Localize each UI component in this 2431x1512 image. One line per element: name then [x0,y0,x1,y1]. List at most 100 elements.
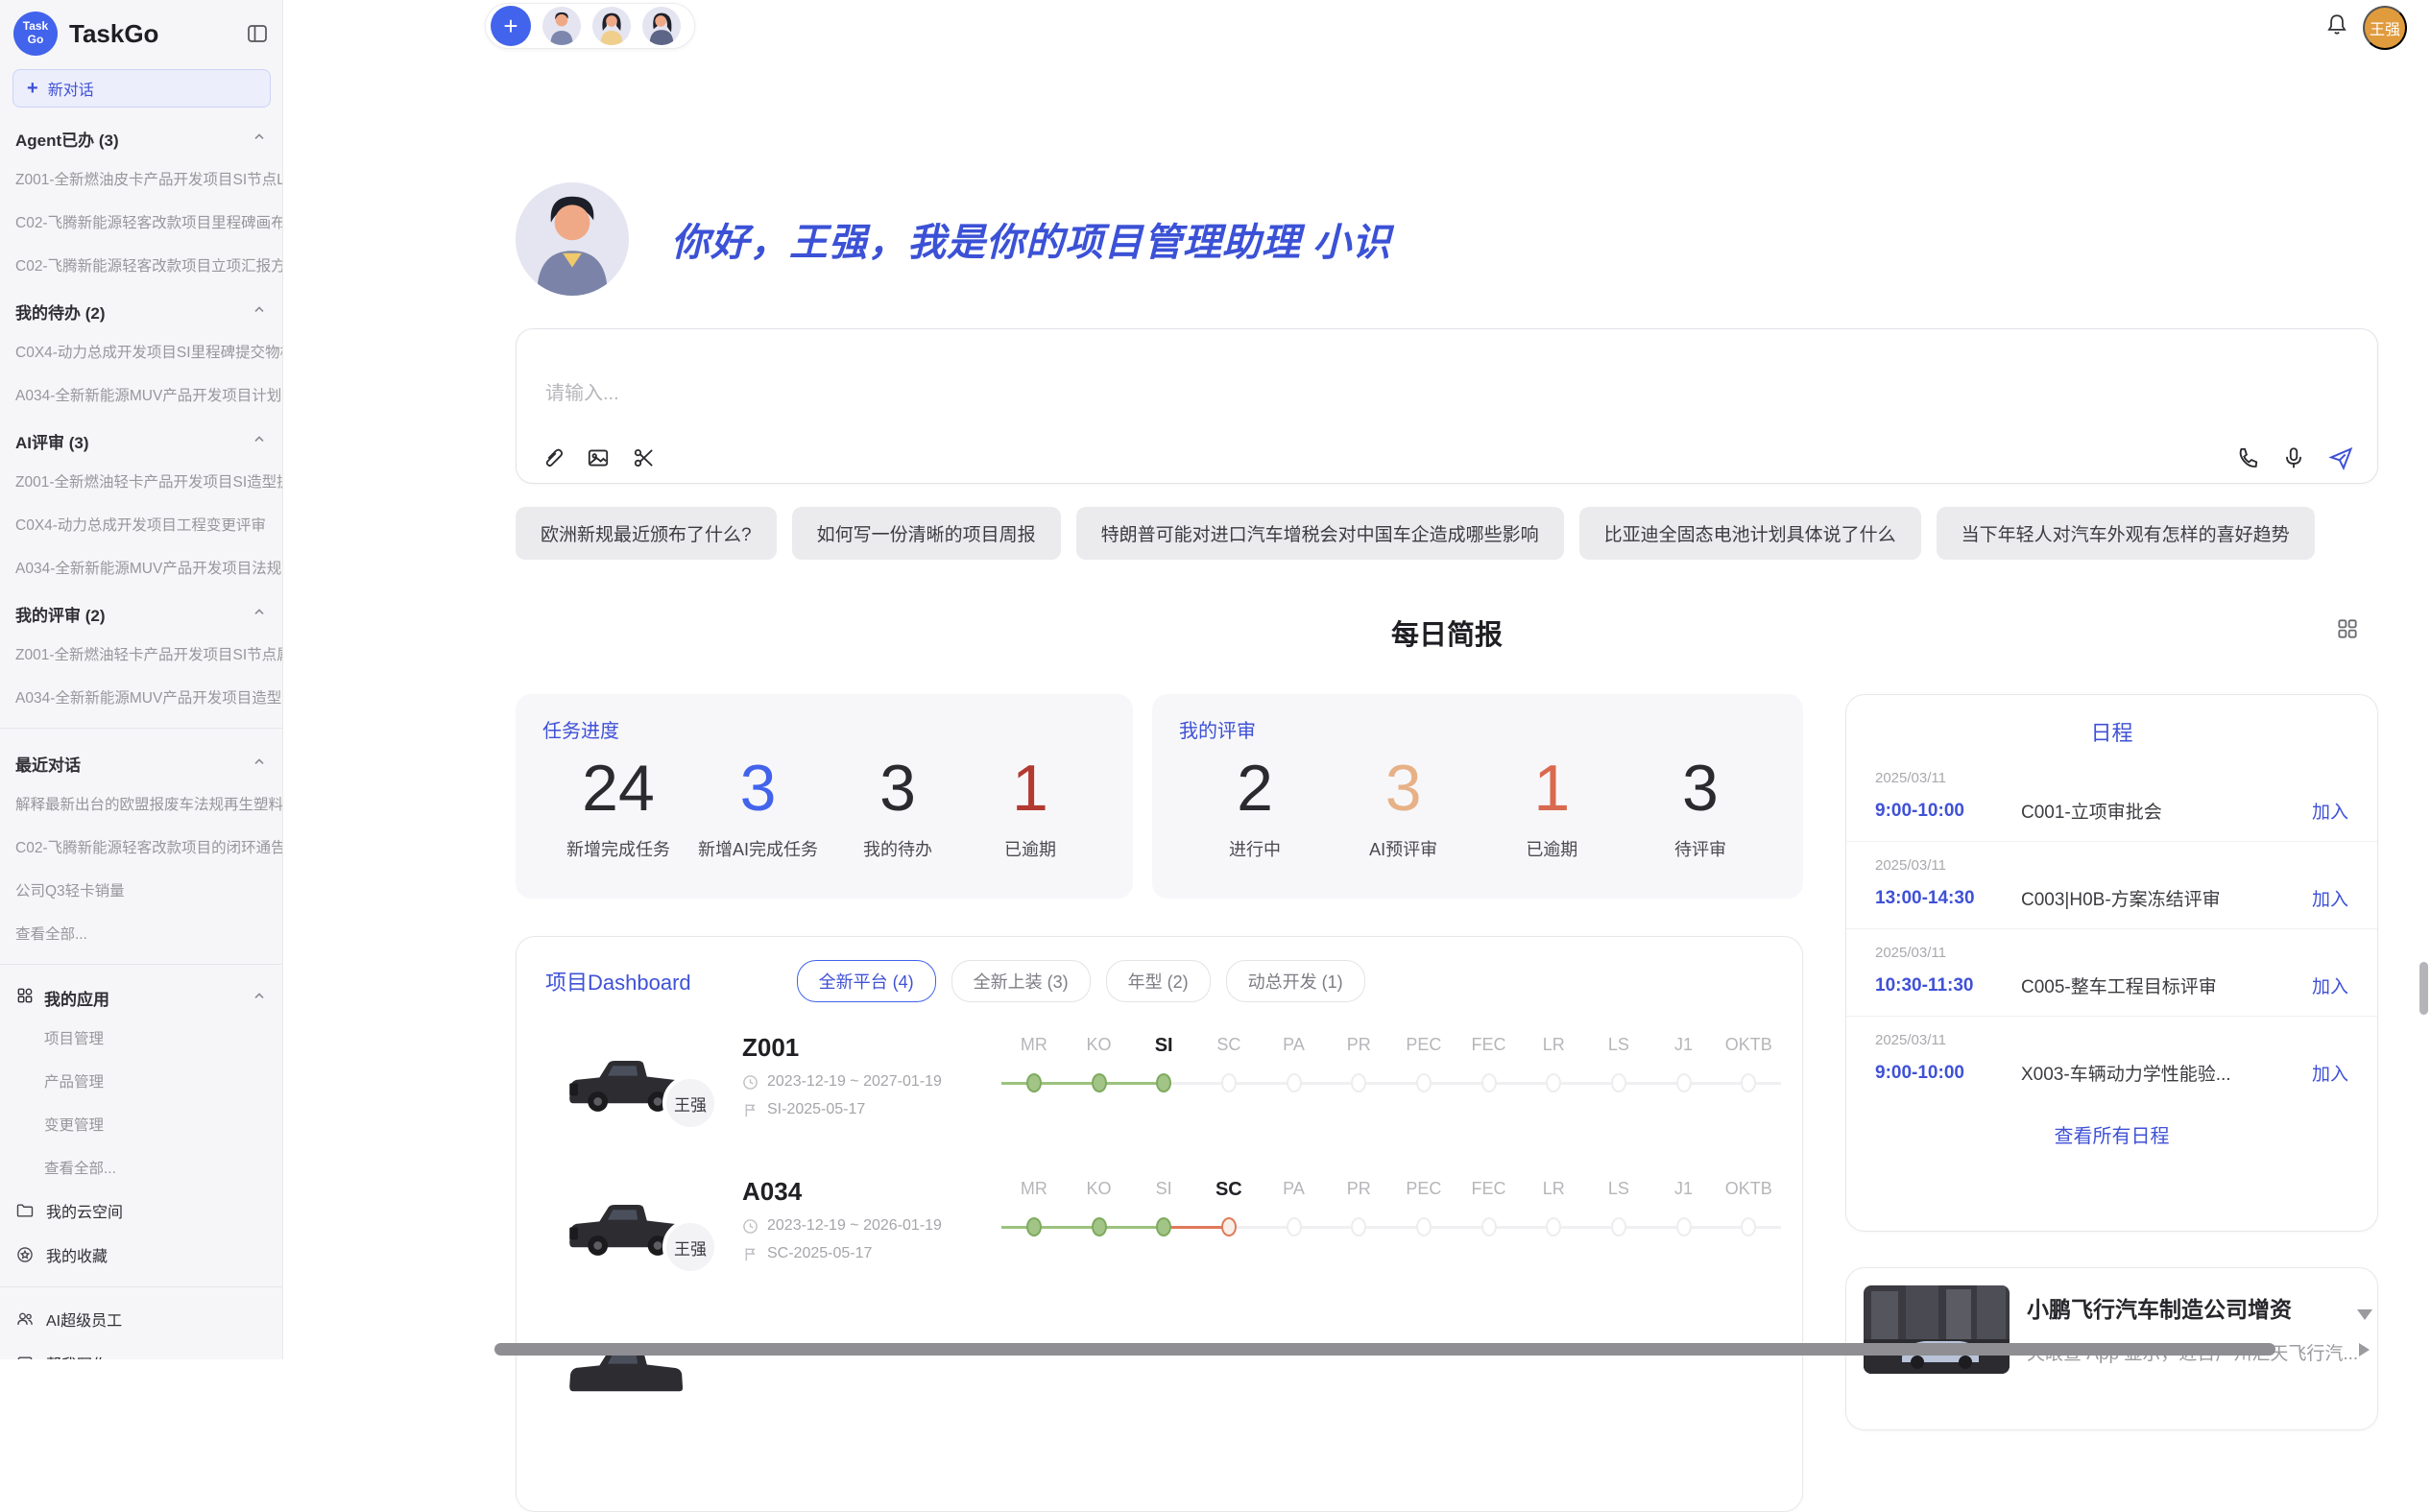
milestone-dot [1092,1217,1107,1236]
greeting-text: 你好，王强，我是你的项目管理助理 小识 [671,211,1391,267]
join-meeting-button[interactable]: 加入 [2312,798,2348,824]
bell-icon[interactable] [2324,12,2349,40]
stat-label: 已逾期 [1526,836,1577,861]
sidebar-item[interactable]: A034-全新新能源MUV产品开发项目法规符合性评审 [0,545,282,588]
stat-row: 24 新增完成任务 3 新增AI完成任务 3 我的待办 1 已逾期 [516,743,1133,861]
tab-new-body[interactable]: 全新上装 (3) [951,960,1091,1002]
logo-text-bottom: Go [28,34,44,47]
new-chat-button[interactable]: + 新对话 [12,69,271,108]
milestone-dot [1156,1073,1171,1092]
recent-chat-item[interactable]: C02-飞腾新能源轻客改款项目的闭环通告反馈情况 [0,825,282,868]
suggestion-chip[interactable]: 欧洲新规最近颁布了什么? [516,507,777,560]
chat-input[interactable] [517,329,2377,421]
sidebar-item[interactable]: C02-飞腾新能源轻客改款项目里程碑画布 [0,200,282,243]
sidebar-item-cloud-space[interactable]: 我的云空间 [0,1188,282,1233]
suggestion-chip[interactable]: 比亚迪全固态电池计划具体说了什么 [1579,507,1921,560]
suggestion-chip[interactable]: 当下年轻人对汽车外观有怎样的喜好趋势 [1937,507,2315,560]
milestone-label: SC [1216,1179,1242,1208]
sidebar-item-help-me-write[interactable]: 帮我写作 [0,1341,282,1359]
agent-avatar-2[interactable] [592,7,631,45]
tab-model-year[interactable]: 年型 (2) [1106,960,1211,1002]
milestone-dot [1481,1073,1497,1092]
agent-avatar-3[interactable] [642,7,681,45]
stat-item: 1 已逾期 [1499,755,1604,861]
app-item-project-mgmt[interactable]: 项目管理 [0,1016,282,1059]
sidebar-group-my-review[interactable]: 我的评审 (2) [0,588,282,632]
sidebar-item-ai-super-staff[interactable]: AI超级员工 [0,1297,282,1341]
sidebar-item[interactable]: C02-飞腾新能源轻客改款项目立项汇报方案 [0,243,282,286]
view-all-apps-link[interactable]: 查看全部... [0,1145,282,1188]
app-item-change-mgmt[interactable]: 变更管理 [0,1102,282,1145]
attachment-icon[interactable] [540,445,565,470]
new-chat-label: 新对话 [48,77,94,100]
project-row[interactable]: 王强 Z001 2023-12-19 ~ 2027-01-19 SI-2025-… [517,1012,1802,1156]
recent-chat-item[interactable]: 公司Q3轻卡销量 [0,868,282,911]
sidebar-group-my-todo[interactable]: 我的待办 (2) [0,286,282,329]
scissors-icon[interactable] [632,445,657,470]
join-meeting-button[interactable]: 加入 [2312,972,2348,998]
project-row-partial[interactable] [517,1300,1802,1444]
view-all-chats-link[interactable]: 查看全部... [0,911,282,954]
horizontal-scrollbar[interactable] [494,1343,2275,1356]
collapse-sidebar-icon[interactable] [246,22,269,45]
stat-item: 2 进行中 [1202,755,1308,861]
briefing-layout-icon[interactable] [2335,616,2360,644]
microphone-icon[interactable] [2281,445,2306,470]
tab-new-platform[interactable]: 全新平台 (4) [797,960,936,1002]
add-agent-button[interactable]: + [491,6,531,46]
tab-powertrain[interactable]: 动总开发 (1) [1226,960,1365,1002]
schedule-item: 2025/03/11 13:00-14:30 C003|H0B-方案冻结评审 加… [1846,841,2377,928]
sidebar-item[interactable]: C0X4-动力总成开发项目工程变更评审 [0,502,282,545]
sidebar-item[interactable]: A034-全新新能源MUV产品开发项目造型可行性评审 [0,675,282,718]
group-title: AI评审 (3) [15,429,89,453]
suggestion-chip[interactable]: 如何写一份清晰的项目周报 [792,507,1061,560]
schedule-name: C003|H0B-方案冻结评审 [2021,885,2312,911]
milestone-dot [1546,1073,1561,1092]
stat-value: 3 [1385,755,1422,823]
stat-value: 24 [582,755,655,823]
agent-avatar-1[interactable] [542,7,581,45]
sidebar-item[interactable]: C0X4-动力总成开发项目SI里程碑提交物检查 [0,329,282,372]
scroll-right-arrow-icon[interactable] [2359,1343,2370,1356]
vertical-scrollbar[interactable] [2419,962,2428,1015]
milestone-label: PR [1347,1035,1371,1064]
schedule-item: 2025/03/11 10:30-11:30 C005-整车工程目标评审 加入 [1846,928,2377,1016]
sidebar-group-ai-review[interactable]: AI评审 (3) [0,416,282,459]
sidebar-group-recent-chats[interactable]: 最近对话 [0,738,282,781]
milestone-dot [1611,1217,1626,1236]
project-dates: 2023-12-19 ~ 2027-01-19 [742,1073,942,1091]
project-row[interactable]: 王强 A034 2023-12-19 ~ 2026-01-19 SC-2025-… [517,1156,1802,1300]
sidebar-item[interactable]: Z001-全新燃油轻卡产品开发项目SI节点属性5D文件评审 [0,632,282,675]
app-item-product-mgmt[interactable]: 产品管理 [0,1059,282,1102]
stat-item: 1 已逾期 [977,755,1083,861]
recent-chat-item[interactable]: 解释最新出台的欧盟报废车法规再生塑料比例被调至15%... [0,781,282,825]
join-meeting-button[interactable]: 加入 [2312,885,2348,911]
sidebar-group-agent-done[interactable]: Agent已办 (3) [0,113,282,156]
view-all-schedule-link[interactable]: 查看所有日程 [2055,1120,2170,1148]
milestone: MR [1001,1035,1067,1102]
stat-label: 进行中 [1229,836,1281,861]
milestone-label: FEC [1472,1035,1506,1064]
sidebar-item[interactable]: A034-全新新能源MUV产品开发项目计划变更表编写 [0,372,282,416]
join-meeting-button[interactable]: 加入 [2312,1060,2348,1086]
phone-call-icon[interactable] [2235,445,2260,470]
milestone-label: J1 [1674,1035,1693,1064]
sidebar-group-my-apps[interactable]: 我的应用 [0,974,282,1016]
sidebar-item[interactable]: Z001-全新燃油皮卡产品开发项目SI节点Lesson Learn报告 [0,156,282,200]
user-avatar[interactable]: 王强 [2363,6,2407,50]
send-icon[interactable] [2327,444,2354,471]
sidebar-item-favorites[interactable]: 我的收藏 [0,1233,282,1277]
sidebar-item[interactable]: Z001-全新燃油轻卡产品开发项目SI造型提交物评审 [0,459,282,502]
task-progress-card: 任务进度 24 新增完成任务 3 新增AI完成任务 3 我的待办 1 已逾期 [516,694,1133,899]
milestone-label: PEC [1406,1035,1441,1064]
scroll-down-arrow-icon[interactable] [2357,1309,2372,1320]
suggestion-chip[interactable]: 特朗普可能对进口汽车增税会对中国车企造成哪些影响 [1076,507,1564,560]
milestone: OKTB [1716,1035,1781,1102]
milestone: PEC [1391,1179,1456,1246]
stat-item: 3 新增AI完成任务 [698,755,818,861]
flag-icon [742,1246,758,1262]
folder-icon [15,1201,35,1220]
image-upload-icon[interactable] [586,445,611,470]
assistant-avatar [516,182,629,296]
milestone: FEC [1456,1035,1522,1102]
